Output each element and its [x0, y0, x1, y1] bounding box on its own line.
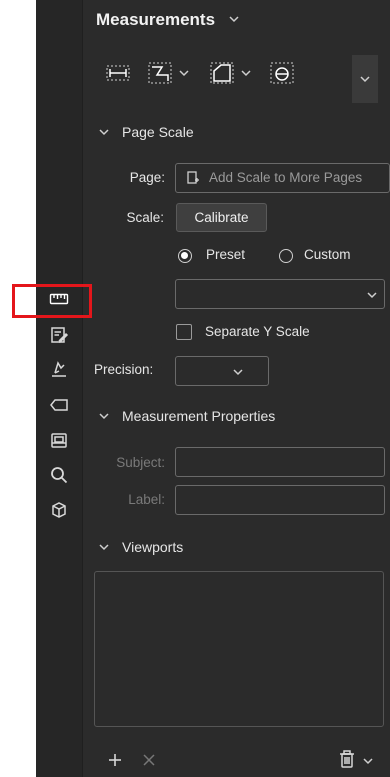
page-select-field[interactable]: Add Scale to More Pages: [175, 163, 390, 193]
chevron-down-icon: [99, 413, 109, 420]
custom-radio[interactable]: [279, 249, 293, 263]
subject-label: Subject:: [116, 455, 165, 470]
chevron-down-icon: [360, 76, 370, 83]
more-tools-dropdown-button[interactable]: [352, 55, 378, 103]
measurement-properties-section-header[interactable]: Measurement Properties: [98, 408, 275, 424]
diameter-measure-icon: [270, 62, 294, 84]
length-tool-button[interactable]: [104, 55, 132, 91]
search-icon[interactable]: [49, 465, 69, 485]
tag-icon[interactable]: [49, 395, 69, 415]
section-title: Page Scale: [122, 124, 194, 140]
chevron-down-icon: [99, 129, 109, 136]
subject-input[interactable]: [175, 447, 385, 477]
signature-icon[interactable]: [49, 359, 69, 379]
area-measure-icon: [210, 62, 234, 84]
calibrate-button[interactable]: Calibrate: [176, 203, 267, 232]
diameter-tool-button[interactable]: [268, 55, 296, 91]
annotation-highlight-box: [12, 284, 92, 318]
chevron-down-icon[interactable]: [228, 12, 240, 30]
area-tool-button[interactable]: [208, 55, 252, 91]
rail-active-highlight: [36, 0, 82, 777]
close-icon[interactable]: [142, 753, 156, 772]
panel-title: Measurements: [96, 10, 216, 29]
file-access-icon[interactable]: [49, 430, 69, 450]
preset-radio-label: Preset: [206, 247, 246, 262]
add-icon[interactable]: [107, 752, 123, 773]
precision-dropdown[interactable]: [175, 356, 269, 386]
3d-view-icon[interactable]: [49, 500, 69, 520]
measurements-panel: Measurements Page Scale Page: Add Scale …: [82, 0, 390, 777]
label-input[interactable]: [175, 485, 385, 515]
trash-icon[interactable]: [338, 749, 356, 774]
markups-list-icon[interactable]: [49, 325, 69, 345]
preset-radio[interactable]: [178, 249, 192, 263]
chevron-down-icon: [367, 292, 377, 299]
polylength-measure-icon: [148, 62, 172, 84]
chevron-down-icon[interactable]: [240, 67, 252, 79]
chevron-down-icon: [233, 369, 243, 376]
chevron-down-icon[interactable]: [178, 67, 190, 79]
page-select-placeholder: Add Scale to More Pages: [209, 170, 363, 185]
scale-label: Scale:: [126, 210, 164, 225]
polylength-tool-button[interactable]: [146, 55, 190, 91]
scale-preset-dropdown[interactable]: [175, 279, 385, 309]
length-measure-icon: [106, 65, 130, 81]
chevron-down-icon[interactable]: [362, 754, 374, 772]
custom-radio-label: Custom: [304, 247, 351, 262]
section-title: Measurement Properties: [122, 408, 276, 424]
separate-y-scale-checkbox[interactable]: [176, 324, 192, 340]
precision-label: Precision:: [94, 362, 154, 377]
page-add-icon: [187, 171, 199, 184]
section-title: Viewports: [122, 539, 184, 555]
viewports-toolbar: [82, 745, 390, 777]
page-scale-section-header[interactable]: Page Scale: [98, 124, 194, 140]
separate-y-scale-label: Separate Y Scale: [205, 324, 310, 339]
label-label: Label:: [128, 492, 165, 507]
viewports-list[interactable]: [94, 571, 384, 727]
viewports-section-header[interactable]: Viewports: [98, 539, 183, 555]
page-label: Page:: [129, 170, 165, 185]
chevron-down-icon: [99, 544, 109, 551]
